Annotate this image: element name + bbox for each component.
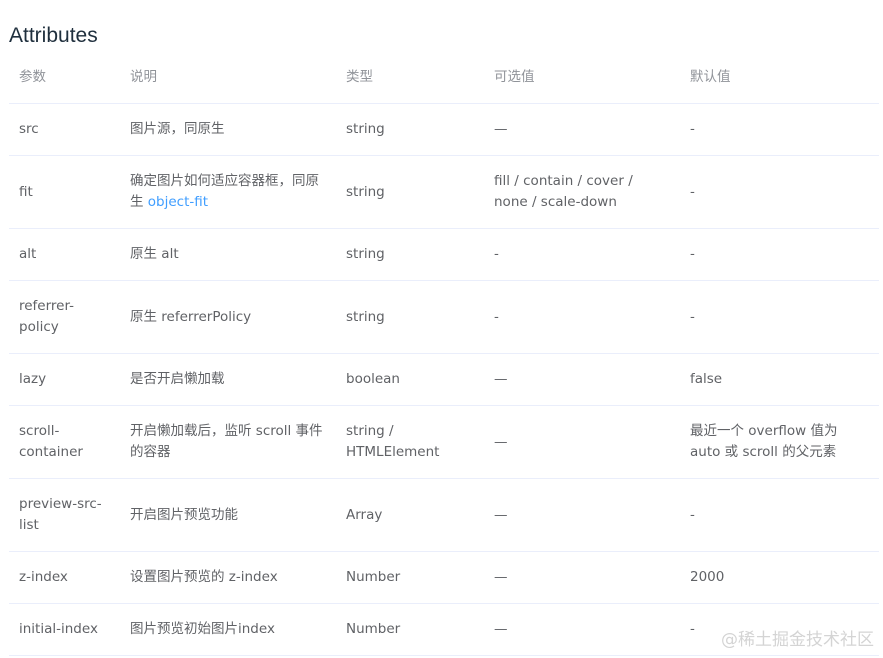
cell-param: src [9,103,120,156]
section-title: Attributes [9,24,98,48]
cell-default: 2000 [680,551,879,604]
cell-param: preview-src-list [9,478,120,552]
description-text: 图片源，同原生 [130,121,225,137]
cell-type: Number [336,603,484,656]
description-text: 开启懒加载后，监听 scroll 事件的容器 [130,423,323,460]
object-fit-link[interactable]: object-fit [148,194,208,210]
cell-default: - [680,155,879,229]
description-text: 原生 alt [130,246,179,262]
table-row: referrer-policy 原生 referrerPolicy string - - [9,280,879,354]
cell-param: lazy [9,353,120,406]
cell-description: 设置图片预览的 z-index [120,551,336,604]
cell-description: 是否开启懒加载 [120,353,336,406]
table-row: scroll-container 开启懒加载后，监听 scroll 事件的容器 st… [9,405,879,479]
cell-default: - [680,228,879,281]
header-param: 参数 [9,52,120,104]
watermark: @稀土掘金技术社区 [719,628,876,652]
description-text: 开启图片预览功能 [130,506,238,523]
cell-type: Array [336,478,484,552]
cell-type: Number [336,551,484,604]
description-text: 是否开启懒加载 [130,371,225,387]
cell-description: 开启图片预览功能 [120,478,336,552]
table-row: alt 原生 alt string - - [9,228,879,281]
cell-options: — [484,405,680,479]
header-default: 默认值 [680,52,879,104]
table-body: src 图片源，同原生 string — - fit 确定图片如何适应容器框，同原生 obj… [9,103,879,656]
header-description: 说明 [120,52,336,104]
description-text: 原生 referrerPolicy [130,308,252,325]
cell-options: — [484,353,680,406]
cell-description: 原生 referrerPolicy [120,280,336,354]
cell-description: 开启懒加载后，监听 scroll 事件的容器 [120,405,336,479]
table-row: z-index 设置图片预览的 z-index Number —2000 [9,551,879,604]
table-row: fit 确定图片如何适应容器框，同原生 object-fit string fill … [9,155,879,229]
cell-options: — [484,603,680,656]
header-options: 可选值 [484,52,680,104]
cell-type: string [336,228,484,281]
cell-options: — [484,478,680,552]
cell-param: referrer-policy [9,280,120,354]
cell-default: false [680,353,879,406]
cell-default: - [680,478,879,552]
cell-description: 图片源，同原生 [120,103,336,156]
cell-type: string [336,103,484,156]
table-header-row: 参数 说明 类型 可选值 默认值 [9,52,879,104]
table-row: src 图片源，同原生 string — - [9,103,879,156]
cell-default: 最近一个 overflow 值为 auto 或 scroll 的父元素 [680,405,879,479]
cell-options: - [484,228,680,281]
cell-type: string [336,280,484,354]
description-text: 设置图片预览的 z-index [130,569,278,585]
cell-default: - [680,280,879,354]
table-row: preview-src-list 开启图片预览功能 Array — - [9,478,879,552]
header-type: 类型 [336,52,484,104]
cell-options: fill / contain / cover / none / scale-do… [484,155,680,229]
table-row: lazy 是否开启懒加载 boolean — false [9,353,879,406]
cell-type: string / HTMLElement [336,405,484,479]
cell-description: 原生 alt [120,228,336,281]
cell-param: initial-index [9,603,120,656]
cell-options: — [484,551,680,604]
cell-description: 图片预览初始图片index [120,603,336,656]
cell-type: string [336,155,484,229]
cell-options: — [484,103,680,156]
cell-param: alt [9,228,120,281]
cell-param: fit [9,155,120,229]
attributes-table: 参数 说明 类型 可选值 默认值 src 图片源，同原生 string — - fit 确定… [9,52,879,656]
description-text: 图片预览初始图片index [130,621,275,637]
cell-param: z-index [9,551,120,604]
cell-description: 确定图片如何适应容器框，同原生 object-fit [120,155,336,229]
cell-options: - [484,280,680,354]
cell-param: scroll-container [9,405,120,479]
cell-type: boolean [336,353,484,406]
cell-default: - [680,103,879,156]
